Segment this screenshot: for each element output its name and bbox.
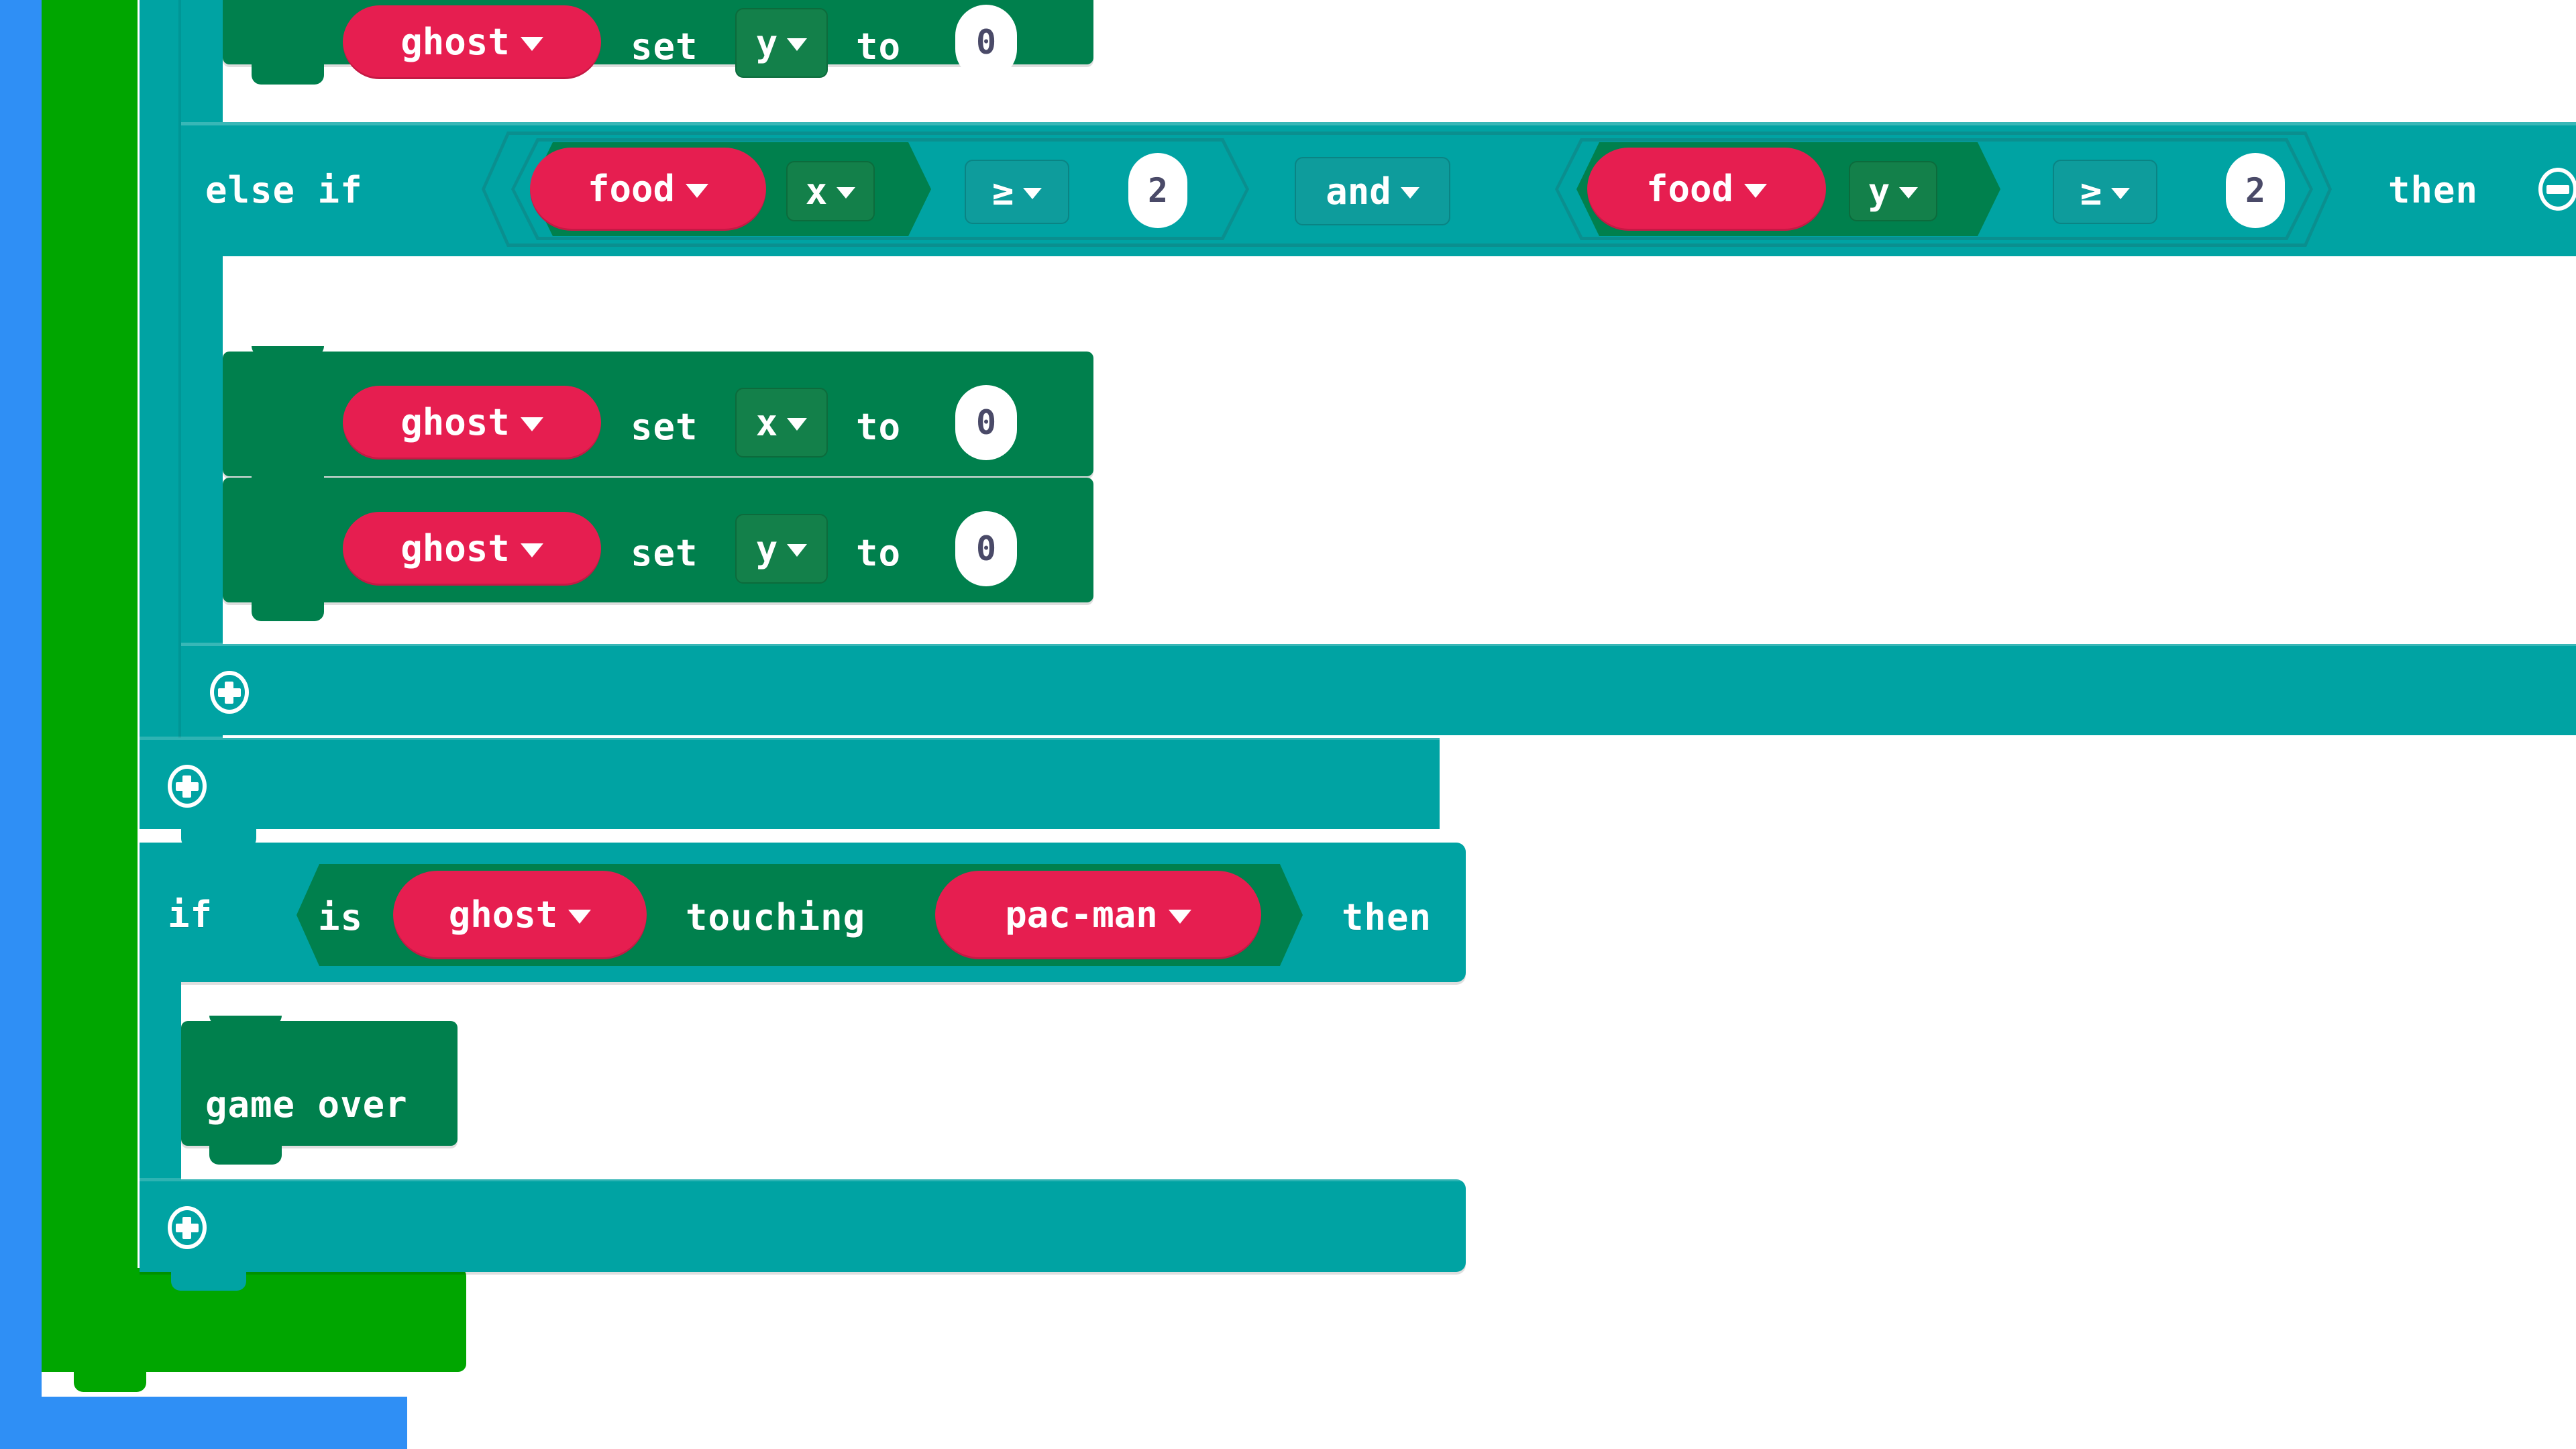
property-dropdown-x[interactable]: x [735, 388, 828, 458]
to-keyword-y: to [856, 532, 902, 574]
chevron-down-icon [1168, 909, 1191, 924]
else-if-header-top-edge [181, 122, 2576, 125]
chevron-down-icon [568, 909, 592, 924]
plus-circle-icon-if-touching[interactable] [168, 1206, 207, 1249]
chevron-down-icon [520, 417, 543, 431]
if-touching-footer-bar[interactable] [140, 1179, 1466, 1272]
variable-dropdown-label: ghost [400, 21, 510, 63]
variable-dropdown-food-b[interactable]: food [1587, 148, 1826, 231]
number-field-0[interactable]: 0 [955, 5, 1017, 80]
set-keyword-x: set [631, 406, 698, 448]
loop-block-green-spine[interactable] [42, 0, 138, 1372]
variable-dropdown-ghost-x[interactable]: ghost [343, 386, 601, 460]
loop-block-green-foot[interactable] [42, 1268, 466, 1372]
comparison-operator-label: ≥ [991, 170, 1014, 213]
outer-if-footer-bar[interactable] [140, 738, 1440, 829]
if-touching-footer-top-edge [140, 1178, 1466, 1181]
plus-bar-v [225, 682, 233, 704]
number-field-value: 0 [975, 403, 997, 442]
set-keyword-y: set [631, 532, 698, 574]
inner-if-footer-bar[interactable] [181, 644, 2576, 735]
is-keyword: is [318, 896, 364, 938]
minus-bar [2546, 185, 2569, 194]
then-keyword-if-touching: then [1342, 896, 1432, 938]
set-property-block-top-nub [252, 64, 324, 85]
touching-keyword: touching [686, 896, 866, 938]
chevron-down-icon [787, 38, 808, 51]
plus-circle-icon-inner-if[interactable] [210, 671, 249, 714]
variable-dropdown-label: ghost [448, 894, 558, 936]
inner-if-footer-top-edge [181, 643, 2576, 646]
event-block-blue[interactable] [0, 0, 42, 1449]
property-dropdown-label: y [755, 527, 778, 570]
property-dropdown-label: x [805, 170, 828, 213]
outer-if-block-spine[interactable] [140, 0, 181, 798]
number-field-value: 2 [2245, 171, 2266, 210]
else-if-keyword: else if [205, 169, 363, 211]
property-dropdown-y-0[interactable]: y [735, 8, 828, 78]
set-property-block-x-top-nub [252, 346, 324, 356]
game-over-block-nub [209, 1146, 282, 1165]
chevron-down-icon [787, 417, 808, 431]
boolean-joiner-label: and [1326, 170, 1391, 213]
property-dropdown-label: y [755, 21, 778, 64]
variable-dropdown-food-a[interactable]: food [530, 148, 766, 231]
inner-if-else-spine[interactable] [181, 0, 223, 738]
chevron-down-icon [2111, 187, 2131, 199]
chevron-down-icon [1899, 186, 1919, 199]
number-field-value: 2 [1147, 171, 1169, 210]
plus-circle-icon-outer-if[interactable] [168, 765, 207, 808]
variable-dropdown-label: ghost [400, 401, 510, 443]
set-keyword-0: set [631, 25, 698, 68]
comparison-operator-b[interactable]: ≥ [2053, 160, 2157, 224]
property-dropdown-x-a[interactable]: x [786, 161, 875, 221]
chevron-down-icon [787, 543, 808, 557]
if-touching-footer-nub [171, 1272, 246, 1291]
minus-circle-icon[interactable] [2538, 168, 2576, 211]
boolean-joiner-and[interactable]: and [1295, 157, 1450, 225]
game-over-label: game over [205, 1083, 408, 1126]
loop-block-green-foot-nub [74, 1372, 146, 1392]
number-field-value: 0 [975, 23, 997, 62]
property-dropdown-y-b[interactable]: y [1849, 161, 1937, 221]
property-dropdown-label: x [755, 401, 778, 444]
property-dropdown-label: y [1868, 170, 1890, 213]
plus-bar-v [182, 775, 191, 798]
number-field-y[interactable]: 0 [955, 511, 1017, 586]
chevron-down-icon [837, 186, 856, 199]
number-field-value: 0 [975, 529, 997, 568]
event-block-blue-foot[interactable] [0, 1397, 407, 1449]
comparison-operator-a[interactable]: ≥ [965, 160, 1069, 224]
block-code-workspace: ghost set y to 0 else if food x ≥ 2 and [0, 0, 2576, 1449]
variable-dropdown-label: food [587, 168, 676, 210]
outer-if-footer-top-edge [140, 737, 1440, 740]
variable-dropdown-pacman[interactable]: pac-man [935, 871, 1261, 959]
number-field-b[interactable]: 2 [2226, 153, 2285, 228]
then-keyword-else-if: then [2388, 169, 2479, 211]
variable-dropdown-label: pac-man [1005, 894, 1158, 936]
comparison-operator-label: ≥ [2080, 170, 2102, 213]
chevron-down-icon [520, 36, 543, 51]
chevron-down-icon [1744, 183, 1768, 198]
chevron-down-icon [520, 543, 543, 557]
set-property-block-y-nub [252, 602, 324, 621]
chevron-down-icon [1023, 187, 1042, 199]
if-touching-block-top-notch [171, 843, 246, 860]
variable-dropdown-ghost-y[interactable]: ghost [343, 512, 601, 586]
game-over-block-top-notch [209, 1016, 282, 1025]
variable-dropdown-label: food [1646, 168, 1734, 210]
to-keyword-x: to [856, 406, 902, 448]
chevron-down-icon [1400, 186, 1419, 199]
chevron-down-icon [686, 183, 709, 198]
to-keyword-0: to [856, 25, 902, 68]
if-keyword: if [168, 894, 213, 936]
property-dropdown-y[interactable]: y [735, 514, 828, 584]
variable-dropdown-ghost-touch[interactable]: ghost [393, 871, 647, 959]
plus-bar-v [182, 1217, 191, 1239]
variable-dropdown-ghost-0[interactable]: ghost [343, 5, 601, 79]
variable-dropdown-label: ghost [400, 527, 510, 570]
number-field-a[interactable]: 2 [1128, 153, 1187, 228]
number-field-x[interactable]: 0 [955, 385, 1017, 460]
